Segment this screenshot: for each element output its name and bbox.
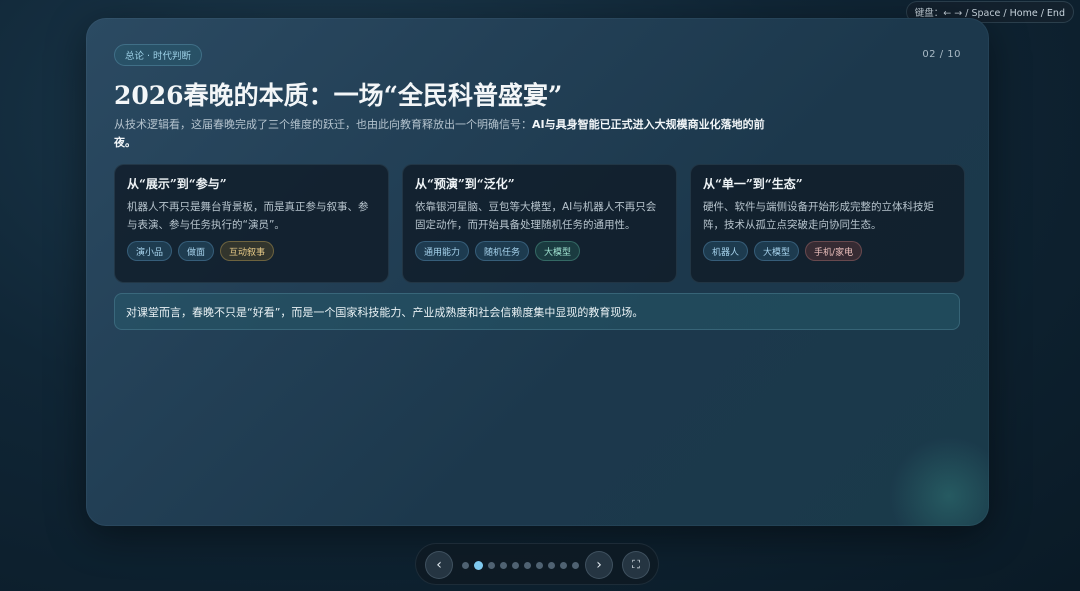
slide-dot[interactable] — [560, 562, 567, 569]
chevron-left-icon: ‹ — [436, 557, 442, 573]
next-slide-button[interactable]: › — [585, 551, 613, 579]
chip: 演小品 — [127, 241, 173, 261]
slide-dot[interactable] — [512, 562, 519, 569]
card-participation: 从“展示”到“参与” 机器人不再只是舞台背景板，而是真正参与叙事、参与表演、参与… — [114, 164, 389, 283]
chip: 大模型 — [535, 241, 581, 261]
slide-dot[interactable] — [488, 562, 495, 569]
lead-text: 从技术逻辑看，这届春晚完成了三个维度的跃迁，也由此向教育释放出一个明确信号： — [114, 118, 532, 131]
chip-group: 机器人 大模型 手机/家电 — [703, 241, 952, 261]
prev-slide-button[interactable]: ‹ — [425, 551, 453, 579]
slide-dot[interactable] — [462, 562, 469, 569]
card-title: 从“展示”到“参与” — [127, 177, 227, 191]
fullscreen-button[interactable]: ⛶ — [622, 551, 650, 579]
card-body: 硬件、软件与端侧设备开始形成完整的立体科技矩阵，技术从孤立点突破走向协同生态。 — [703, 201, 934, 231]
chevron-right-icon: › — [596, 557, 602, 573]
lead-paragraph: 从技术逻辑看，这届春晚完成了三个维度的跃迁，也由此向教育释放出一个明确信号：AI… — [114, 116, 774, 152]
chip-group: 通用能力 随机任务 大模型 — [415, 241, 664, 261]
slide-dot[interactable] — [536, 562, 543, 569]
slide-title: 2026春晚的本质：一场“全民科普盛宴” — [114, 81, 563, 110]
fullscreen-icon: ⛶ — [632, 558, 640, 571]
slide-dot[interactable] — [572, 562, 579, 569]
chip: 机器人 — [703, 241, 749, 261]
card-title: 从“单一”到“生态” — [703, 177, 803, 191]
chip: 做面 — [178, 241, 215, 261]
slide-card: 总论 · 时代判断 02 / 10 2026春晚的本质：一场“全民科普盛宴” 从… — [86, 18, 989, 526]
card-row: 从“展示”到“参与” 机器人不再只是舞台背景板，而是真正参与叙事、参与表演、参与… — [114, 164, 965, 283]
page-number: 02 / 10 — [922, 49, 961, 60]
chip: 通用能力 — [415, 241, 470, 261]
callout-box: 对课堂而言，春晚不只是“好看”，而是一个国家科技能力、产业成熟度和社会信赖度集中… — [114, 293, 960, 330]
slide-dot[interactable] — [524, 562, 531, 569]
slide-dot[interactable] — [548, 562, 555, 569]
chip: 手机/家电 — [805, 241, 863, 261]
chip: 大模型 — [754, 241, 800, 261]
card-title: 从“预演”到“泛化” — [415, 177, 515, 191]
card-body: 机器人不再只是舞台背景板，而是真正参与叙事、参与表演、参与任务执行的“演员”。 — [127, 201, 369, 231]
section-tag: 总论 · 时代判断 — [114, 44, 203, 66]
chip: 互动叙事 — [220, 241, 275, 261]
chip-group: 演小品 做面 互动叙事 — [127, 241, 376, 261]
card-ecosystem: 从“单一”到“生态” 硬件、软件与端侧设备开始形成完整的立体科技矩阵，技术从孤立… — [690, 164, 965, 283]
chip: 随机任务 — [475, 241, 530, 261]
slide-dots — [462, 561, 579, 570]
slide-dot[interactable] — [474, 561, 483, 570]
slide-dot[interactable] — [500, 562, 507, 569]
card-body: 依靠银河星脑、豆包等大模型，AI与机器人不再只会固定动作，而开始具备处理随机任务… — [415, 201, 657, 231]
slide-navigation: ‹ › ⛶ — [415, 543, 659, 585]
card-generalization: 从“预演”到“泛化” 依靠银河星脑、豆包等大模型，AI与机器人不再只会固定动作，… — [402, 164, 677, 283]
